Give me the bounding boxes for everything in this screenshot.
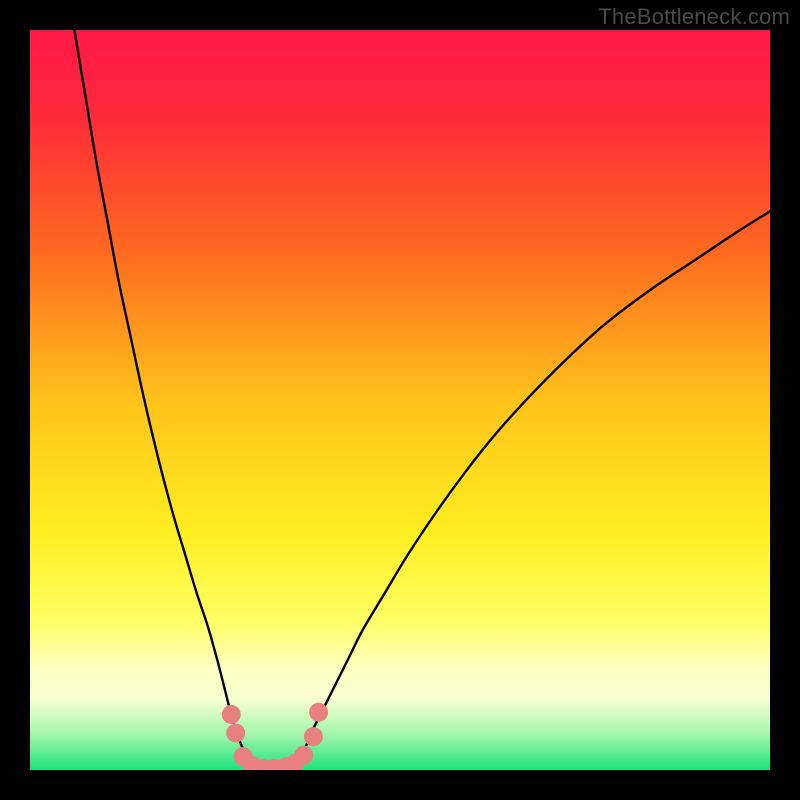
marker-dot [226,724,245,743]
marker-dot [222,705,241,724]
marker-dot [294,746,313,765]
watermark-text: TheBottleneck.com [598,4,790,30]
marker-dot [309,703,328,722]
gradient-background [30,30,770,770]
outer-frame: TheBottleneck.com [0,0,800,800]
marker-dot [304,727,323,746]
plot-area [30,30,770,770]
chart-svg [30,30,770,770]
